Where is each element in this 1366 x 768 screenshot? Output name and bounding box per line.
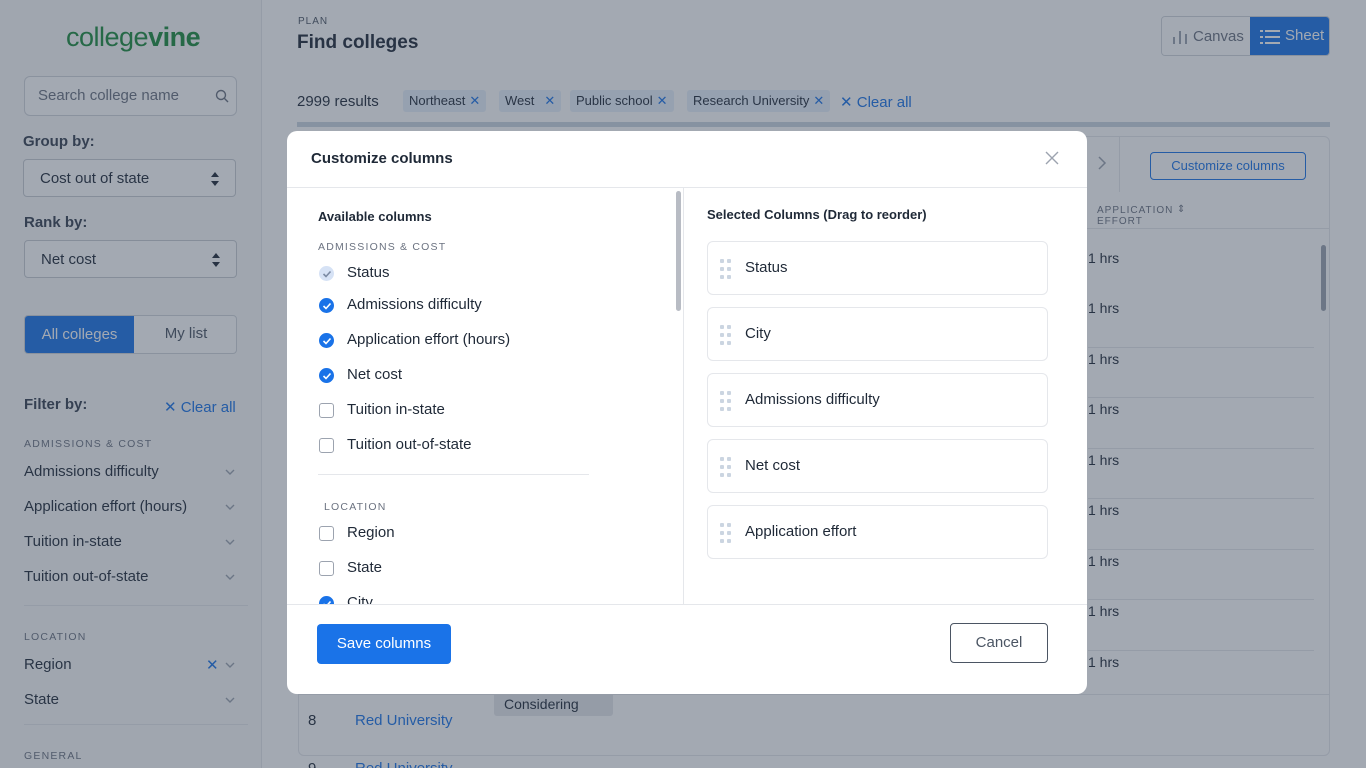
checkbox-unchecked[interactable] xyxy=(319,526,334,541)
selected-column-label: Status xyxy=(745,259,788,276)
checkbox-unchecked[interactable] xyxy=(319,561,334,576)
selected-column-label: Admissions difficulty xyxy=(745,391,880,408)
selected-columns-title: Selected Columns (Drag to reorder) xyxy=(707,207,927,222)
drag-handle-icon[interactable] xyxy=(720,523,732,543)
checkbox-unchecked[interactable] xyxy=(319,403,334,418)
checkbox-checked[interactable] xyxy=(319,368,334,383)
divider xyxy=(683,188,684,604)
divider xyxy=(318,474,589,475)
checkbox-checked[interactable] xyxy=(319,596,334,604)
group-admissions-cost: ADMISSIONS & COST xyxy=(318,241,447,253)
selected-column-label: City xyxy=(745,325,771,342)
option-label: Net cost xyxy=(347,366,403,383)
option-label: Region xyxy=(347,524,395,541)
checkbox-checked[interactable] xyxy=(319,333,334,348)
check-icon xyxy=(322,270,332,278)
option-label: Application effort (hours) xyxy=(347,331,511,348)
checkbox-checked[interactable] xyxy=(319,298,334,313)
option-label: Tuition in-state xyxy=(347,401,445,418)
available-columns-scrollbar[interactable] xyxy=(676,191,681,311)
modal-title: Customize columns xyxy=(311,150,453,167)
available-columns-panel: Available columns ADMISSIONS & COST Stat… xyxy=(287,188,683,604)
check-icon xyxy=(322,302,332,310)
group-location: LOCATION xyxy=(324,501,387,513)
drag-handle-icon[interactable] xyxy=(720,457,732,477)
drag-handle-icon[interactable] xyxy=(720,259,732,279)
selected-column-application-effort[interactable]: Application effort xyxy=(707,505,1048,559)
selected-column-city[interactable]: City xyxy=(707,307,1048,361)
check-icon xyxy=(322,372,332,380)
save-columns-button[interactable]: Save columns xyxy=(317,624,451,664)
selected-column-net-cost[interactable]: Net cost xyxy=(707,439,1048,493)
drag-handle-icon[interactable] xyxy=(720,391,732,411)
selected-column-label: Application effort xyxy=(745,523,857,540)
option-label: State xyxy=(347,559,383,576)
checkbox-unchecked[interactable] xyxy=(319,438,334,453)
selected-column-status[interactable]: Status xyxy=(707,241,1048,295)
cancel-button[interactable]: Cancel xyxy=(950,623,1048,663)
option-label: City xyxy=(347,594,373,604)
divider xyxy=(287,604,1087,605)
check-icon xyxy=(322,337,332,345)
close-icon[interactable] xyxy=(1045,151,1059,165)
available-columns-title: Available columns xyxy=(318,209,432,224)
drag-handle-icon[interactable] xyxy=(720,325,732,345)
selected-column-admissions-difficulty[interactable]: Admissions difficulty xyxy=(707,373,1048,427)
checkbox-disabled xyxy=(319,266,334,281)
option-label: Admissions difficulty xyxy=(347,296,482,313)
selected-column-label: Net cost xyxy=(745,457,801,474)
option-label: Tuition out-of-state xyxy=(347,436,472,453)
option-label: Status xyxy=(347,264,390,281)
customize-columns-modal: Customize columns Available columns ADMI… xyxy=(287,131,1087,694)
